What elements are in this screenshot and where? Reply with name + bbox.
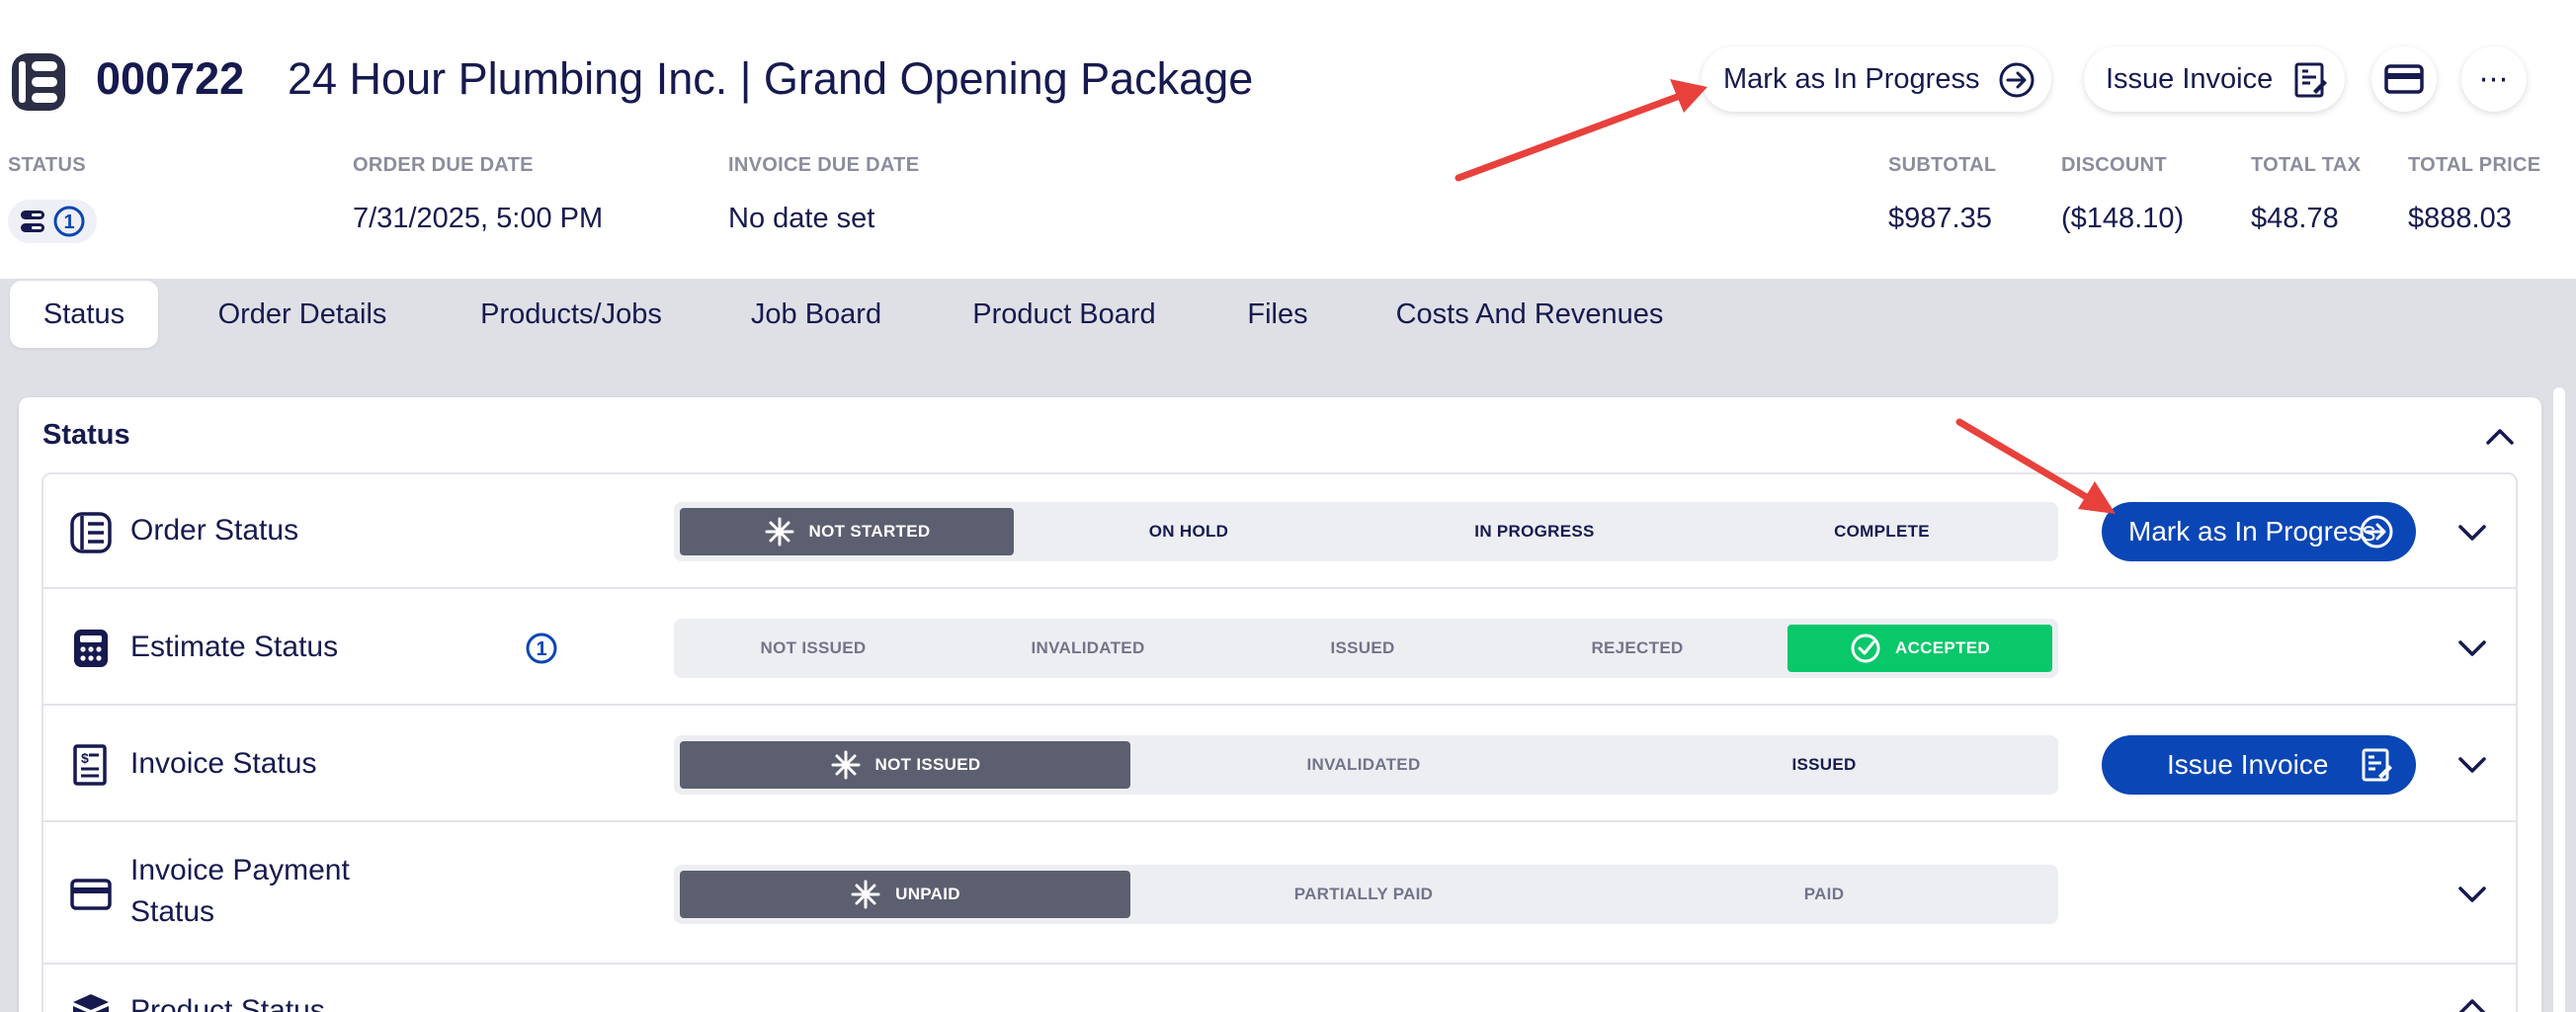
subtotal-value: $987.35 bbox=[1888, 203, 1992, 234]
step-on-hold[interactable]: ON HOLD bbox=[1020, 508, 1358, 555]
status-label: STATUS bbox=[8, 154, 86, 176]
chevron-up-icon[interactable] bbox=[2482, 421, 2518, 451]
estimate-badge-count: 1 bbox=[536, 638, 546, 660]
invoice-due-label: INVOICE DUE DATE bbox=[728, 154, 920, 176]
payment-card-button[interactable] bbox=[2371, 46, 2437, 112]
order-status-track: NOT STARTED ON HOLD IN PROGRESS COMPLETE bbox=[674, 502, 2058, 561]
invoice-due-value: No date set bbox=[728, 203, 875, 234]
order-due-label: ORDER DUE DATE bbox=[353, 154, 534, 176]
chevron-up-icon[interactable] bbox=[2454, 994, 2490, 1012]
estimate-status-label: Estimate Status bbox=[130, 631, 339, 663]
order-status-icon bbox=[70, 512, 112, 553]
mark-in-progress-action-label: Mark as In Progress bbox=[2128, 516, 2376, 547]
invoice-icon bbox=[2294, 62, 2327, 98]
product-status-row: Product Status bbox=[42, 963, 2518, 1012]
order-title: 24 Hour Plumbing Inc. | Grand Opening Pa… bbox=[288, 53, 1254, 104]
tab-order-details[interactable]: Order Details bbox=[193, 281, 412, 348]
order-status-icon bbox=[20, 211, 44, 232]
tab-status[interactable]: Status bbox=[10, 281, 158, 348]
order-status-label: Order Status bbox=[130, 514, 299, 547]
box-icon bbox=[73, 994, 109, 1012]
product-status-label: Product Status bbox=[130, 994, 325, 1012]
invoice-icon bbox=[2362, 748, 2392, 782]
step-invalidated[interactable]: INVALIDATED bbox=[955, 625, 1221, 672]
tab-products-jobs[interactable]: Products/Jobs bbox=[464, 281, 678, 348]
step-not-issued[interactable]: NOT ISSUED bbox=[680, 741, 1130, 789]
chevron-down-icon[interactable] bbox=[2454, 752, 2490, 778]
discount-label: DISCOUNT bbox=[2061, 154, 2167, 176]
order-due-value: 7/31/2025, 5:00 PM bbox=[353, 203, 604, 234]
step-issued[interactable]: ISSUED bbox=[1229, 625, 1496, 672]
step-partially-paid[interactable]: PARTIALLY PAID bbox=[1136, 871, 1591, 918]
mark-in-progress-action-button[interactable]: Mark as In Progress bbox=[2102, 502, 2416, 561]
estimate-status-row: Estimate Status 1 NOT ISSUED INVALIDATED… bbox=[42, 587, 2518, 706]
status-badge-count: 1 bbox=[63, 211, 74, 233]
invoice-status-row: $ Invoice Status NOT ISSUED INVALIDATED … bbox=[42, 704, 2518, 822]
chevron-down-icon[interactable] bbox=[2454, 520, 2490, 546]
order-number: 000722 bbox=[96, 53, 245, 104]
subtotal-label: SUBTOTAL bbox=[1888, 154, 1997, 176]
more-options-button[interactable]: ⋯ bbox=[2461, 46, 2527, 112]
step-in-progress[interactable]: IN PROGRESS bbox=[1366, 508, 1703, 555]
step-paid[interactable]: PAID bbox=[1597, 871, 2051, 918]
total-tax-value: $48.78 bbox=[2251, 203, 2339, 234]
step-invalidated[interactable]: INVALIDATED bbox=[1136, 741, 1591, 789]
invoice-payment-status-track: UNPAID PARTIALLY PAID PAID bbox=[674, 865, 2058, 924]
step-issued[interactable]: ISSUED bbox=[1597, 741, 2051, 789]
mark-in-progress-label: Mark as In Progress bbox=[1723, 62, 1980, 95]
tab-costs-and-revenues[interactable]: Costs And Revenues bbox=[1381, 281, 1678, 348]
chevron-down-icon[interactable] bbox=[2454, 635, 2490, 661]
count-badge-icon: 1 bbox=[53, 206, 84, 237]
issue-invoice-button[interactable]: Issue Invoice bbox=[2084, 46, 2345, 112]
sparkle-icon bbox=[765, 517, 794, 547]
invoice-payment-status-label: Invoice Payment Status bbox=[130, 854, 350, 928]
tab-files[interactable]: Files bbox=[1236, 281, 1319, 348]
more-icon: ⋯ bbox=[2478, 62, 2510, 96]
credit-card-icon bbox=[2384, 64, 2424, 94]
mark-in-progress-button[interactable]: Mark as In Progress bbox=[1702, 46, 2051, 112]
total-price-label: TOTAL PRICE bbox=[2408, 154, 2541, 176]
issue-invoice-label: Issue Invoice bbox=[2106, 62, 2274, 95]
invoice-payment-status-row: Invoice Payment Status UNPAID PARTIALLY … bbox=[42, 820, 2518, 965]
sparkle-icon bbox=[831, 750, 861, 780]
step-rejected[interactable]: REJECTED bbox=[1504, 625, 1771, 672]
order-status-row: Order Status NOT STARTED ON HOLD IN PROG… bbox=[42, 472, 2518, 589]
tab-product-board[interactable]: Product Board bbox=[956, 281, 1172, 348]
step-not-started[interactable]: NOT STARTED bbox=[680, 508, 1014, 555]
invoice-icon: $ bbox=[73, 744, 107, 786]
credit-card-icon bbox=[70, 879, 112, 910]
tab-job-board[interactable]: Job Board bbox=[733, 281, 899, 348]
step-unpaid[interactable]: UNPAID bbox=[680, 871, 1130, 918]
check-circle-icon bbox=[1851, 633, 1880, 663]
total-tax-label: TOTAL TAX bbox=[2251, 154, 2362, 176]
order-icon bbox=[12, 53, 65, 111]
step-accepted[interactable]: ACCEPTED bbox=[1787, 625, 2052, 672]
step-not-issued[interactable]: NOT ISSUED bbox=[680, 625, 947, 672]
discount-value: ($148.10) bbox=[2061, 203, 2185, 234]
count-badge-icon: 1 bbox=[526, 632, 557, 664]
svg-text:$: $ bbox=[81, 750, 89, 766]
sparkle-icon bbox=[851, 880, 880, 909]
issue-invoice-action-button[interactable]: Issue Invoice bbox=[2102, 735, 2416, 795]
arrow-right-circle-icon bbox=[1999, 62, 2035, 98]
panel-title: Status bbox=[42, 419, 130, 451]
status-badge[interactable]: 1 bbox=[8, 200, 97, 243]
order-header: 000722 24 Hour Plumbing Inc. | Grand Ope… bbox=[0, 0, 2576, 279]
total-price-value: $888.03 bbox=[2408, 203, 2512, 234]
issue-invoice-action-label: Issue Invoice bbox=[2167, 749, 2329, 780]
chevron-down-icon[interactable] bbox=[2454, 882, 2490, 907]
arrow-right-circle-icon bbox=[2360, 515, 2393, 548]
invoice-status-label: Invoice Status bbox=[130, 747, 317, 780]
calculator-icon bbox=[74, 630, 108, 667]
scrollbar[interactable] bbox=[2553, 387, 2565, 1012]
step-complete[interactable]: COMPLETE bbox=[1711, 508, 2052, 555]
invoice-status-track: NOT ISSUED INVALIDATED ISSUED bbox=[674, 735, 2058, 795]
estimate-status-track: NOT ISSUED INVALIDATED ISSUED REJECTED A… bbox=[674, 619, 2058, 678]
